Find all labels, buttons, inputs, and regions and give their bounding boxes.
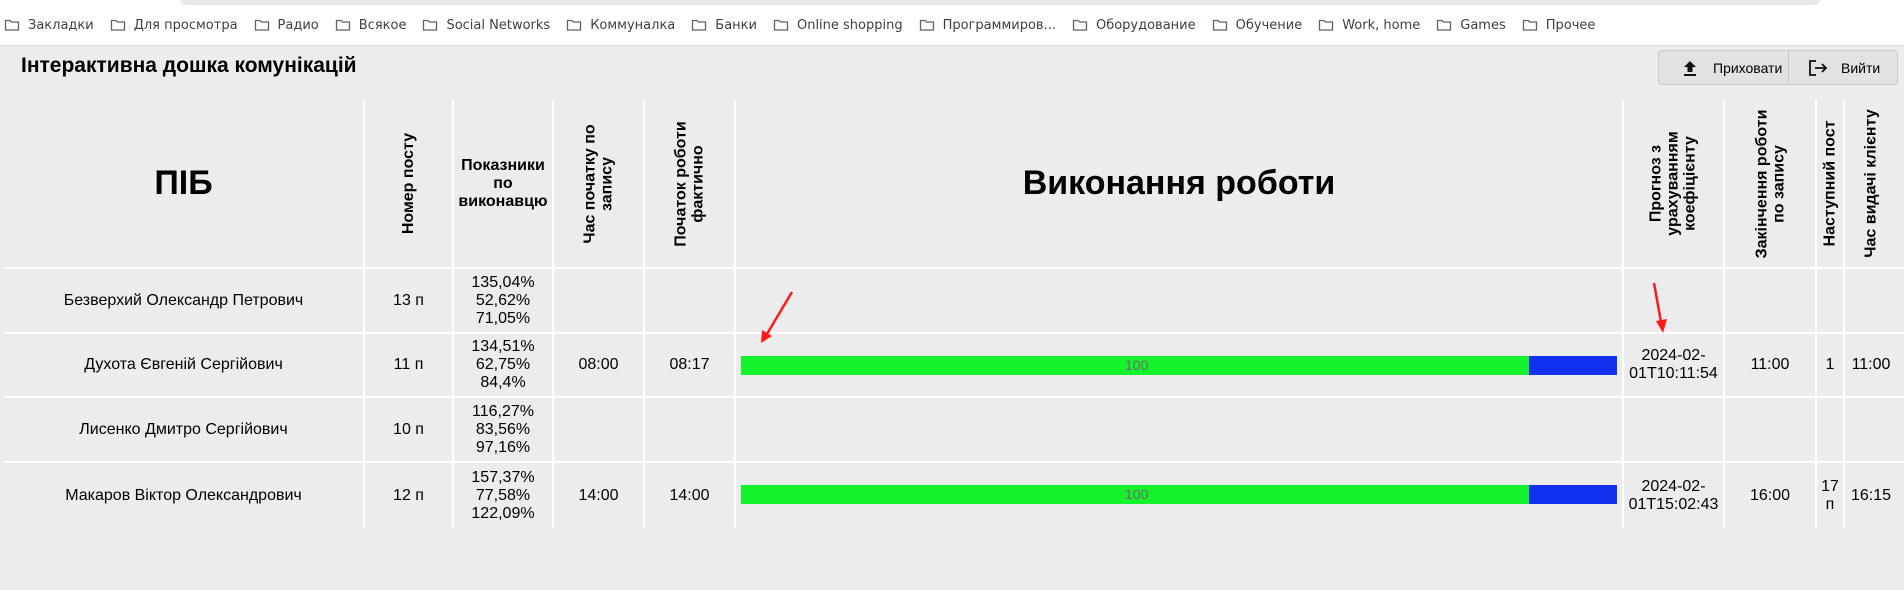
folder-icon xyxy=(1437,19,1452,31)
folder-icon xyxy=(692,19,707,31)
folder-icon xyxy=(1522,19,1537,31)
logout-icon xyxy=(1809,59,1828,76)
bookmark-folder-8[interactable]: Online shopping xyxy=(773,17,903,33)
cell-next-post: 17 п xyxy=(1821,477,1839,513)
header-name: ПІБ xyxy=(154,164,213,202)
cell-kpi: 135,04% 52,62% 71,05% xyxy=(471,273,535,327)
header-actual-start: Початок роботи фактично xyxy=(672,120,707,247)
cell-issue-time: 11:00 xyxy=(1851,356,1891,373)
folder-icon xyxy=(110,19,125,31)
progress-bar-remaining xyxy=(1529,485,1617,504)
bookmark-folder-7[interactable]: Банки xyxy=(691,17,757,33)
folder-icon xyxy=(919,19,934,31)
cell-name: Лисенко Дмитро Сергійович xyxy=(79,420,288,438)
cell-actual-start: 08:17 xyxy=(669,356,710,373)
progress-bar-label: 100 xyxy=(1125,357,1149,373)
exit-button-label: Вийти xyxy=(1841,59,1881,76)
bookmark-folder-5[interactable]: Social Networks xyxy=(422,17,550,33)
address-bar-edge xyxy=(180,0,1820,5)
progress-bar-label: 100 xyxy=(1125,486,1149,502)
page-title: Інтерактивна дошка комунікацій xyxy=(21,54,357,77)
header-next-post: Наступний пост xyxy=(1821,120,1839,247)
exit-button[interactable]: Вийти xyxy=(1789,51,1897,84)
cell-planned-start: 08:00 xyxy=(578,356,619,373)
folder-icon xyxy=(423,19,438,31)
bookmark-folder-4[interactable]: Всякое xyxy=(335,17,406,33)
cell-kpi: 157,37% 77,58% 122,09% xyxy=(471,468,535,522)
bookmark-list: Закладки Для просмотра Радио Всякое Soci… xyxy=(0,15,1607,35)
cell-kpi: 134,51% 62,75% 84,4% xyxy=(471,338,535,391)
bookmark-folder-9[interactable]: Программиров... xyxy=(919,17,1056,33)
folder-icon xyxy=(335,19,350,31)
bookmark-folder-3[interactable]: Радио xyxy=(254,17,319,33)
hide-button-label: Приховати xyxy=(1713,59,1783,76)
folder-icon xyxy=(4,19,20,31)
bookmark-folder-1[interactable]: Закладки xyxy=(4,17,94,33)
header-button-group: Приховати Вийти xyxy=(1658,50,1898,85)
folder-icon xyxy=(1072,19,1088,31)
bookmark-folder-14[interactable]: Прочее xyxy=(1522,17,1595,33)
cell-post: 13 п xyxy=(393,291,424,309)
bookmarks-bar: Закладки Для просмотра Радио Всякое Soci… xyxy=(0,0,1904,46)
cell-end-time: 16:00 xyxy=(1749,486,1791,504)
folder-icon xyxy=(567,19,582,31)
upload-icon xyxy=(1684,60,1696,76)
header-post: Номер посту xyxy=(400,132,418,235)
folder-icon xyxy=(254,19,269,31)
folder-icon xyxy=(1319,19,1334,31)
cell-name: Безверхий Олександр Петрович xyxy=(63,291,304,309)
cell-forecast: 2024-02- 01T10:11:54 xyxy=(1629,347,1718,382)
cell-actual-start: 14:00 xyxy=(669,486,710,504)
progress-bar-remaining xyxy=(1529,356,1617,375)
cell-post: 12 п xyxy=(393,486,424,504)
folder-icon xyxy=(1212,19,1227,31)
cell-next-post: 1 xyxy=(1825,356,1835,373)
cell-forecast: 2024-02- 01T15:02:43 xyxy=(1628,477,1719,513)
bookmark-folder-6[interactable]: Коммуналка xyxy=(566,17,675,33)
bookmark-folder-11[interactable]: Обучение xyxy=(1212,17,1302,33)
cell-post: 10 п xyxy=(393,420,424,438)
hide-button[interactable]: Приховати xyxy=(1659,51,1789,84)
header-kpi: Показники по виконавцю xyxy=(458,156,548,210)
progress-bar: 100 xyxy=(741,485,1617,504)
bookmark-folder-13[interactable]: Games xyxy=(1436,17,1506,33)
communication-board-table: ПІБ Номер посту Показники по виконавцю Ч… xyxy=(4,100,1904,528)
header-planned-start: Час початку по запису xyxy=(581,123,616,244)
bookmark-folder-2[interactable]: Для просмотра xyxy=(110,17,238,33)
cell-name: Макаров Віктор Олександрович xyxy=(65,486,302,504)
folder-icon xyxy=(773,19,789,31)
cell-name: Духота Євгеній Сергійович xyxy=(84,356,283,373)
cell-planned-start: 14:00 xyxy=(578,486,619,504)
header-issue-time: Час видачі клієнту xyxy=(1862,109,1880,258)
cell-post: 11 п xyxy=(393,356,424,373)
header-end-time: Закінчення роботи по запису xyxy=(1753,109,1787,258)
cell-issue-time: 16:15 xyxy=(1850,486,1892,504)
cell-end-time: 11:00 xyxy=(1750,356,1790,373)
cell-kpi: 116,27% 83,56% 97,16% xyxy=(472,402,534,456)
header-forecast: Прогноз з урахуванням коефіцієнту xyxy=(1648,131,1699,236)
bookmark-folder-10[interactable]: Оборудование xyxy=(1072,17,1196,33)
header-work-progress: Виконання роботи xyxy=(1022,164,1336,202)
progress-bar: 100 xyxy=(741,356,1617,375)
bookmark-folder-12[interactable]: Work, home xyxy=(1318,17,1420,33)
